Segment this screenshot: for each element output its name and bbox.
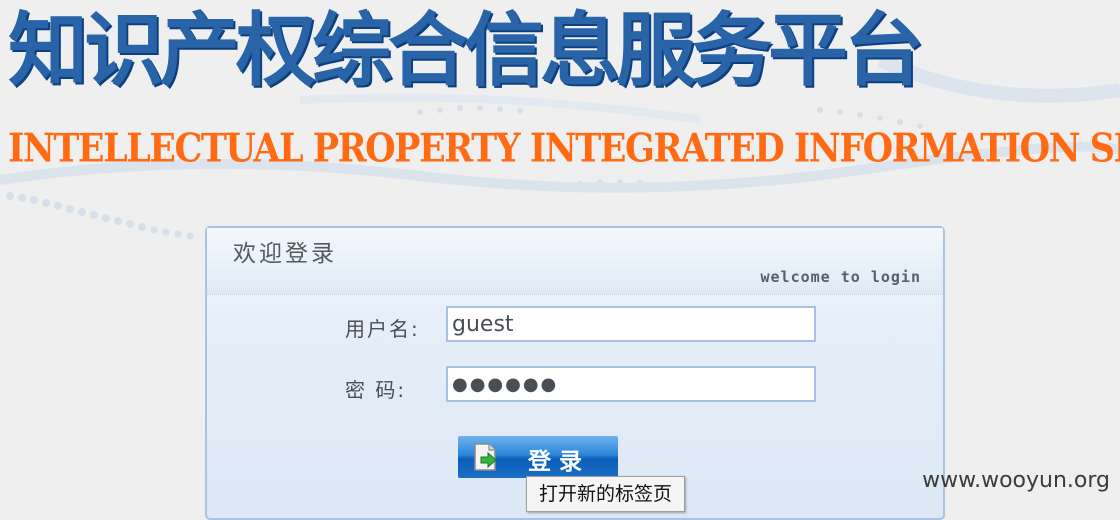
username-label: 用户名: (345, 317, 420, 341)
document-arrow-icon (474, 443, 497, 471)
password-input[interactable]: ●●●●●● (446, 366, 816, 402)
tooltip: 打开新的标签页 (526, 476, 686, 512)
username-input[interactable]: guest (446, 306, 816, 342)
watermark: www.wooyun.org (922, 468, 1110, 493)
login-button-label: 登录 (528, 449, 590, 475)
login-subtitle: welcome to login (760, 268, 921, 286)
platform-title-english: INTELLECTUAL PROPERTY INTEGRATED INFORMA… (8, 125, 1120, 172)
platform-title-chinese: 知识产权综合信息服务平台 (8, 4, 924, 97)
password-label: 密 码: (345, 378, 407, 402)
login-panel-header: 欢迎登录 welcome to login (207, 228, 943, 295)
login-button[interactable]: 登录 (458, 436, 618, 478)
login-title: 欢迎登录 (233, 241, 337, 267)
